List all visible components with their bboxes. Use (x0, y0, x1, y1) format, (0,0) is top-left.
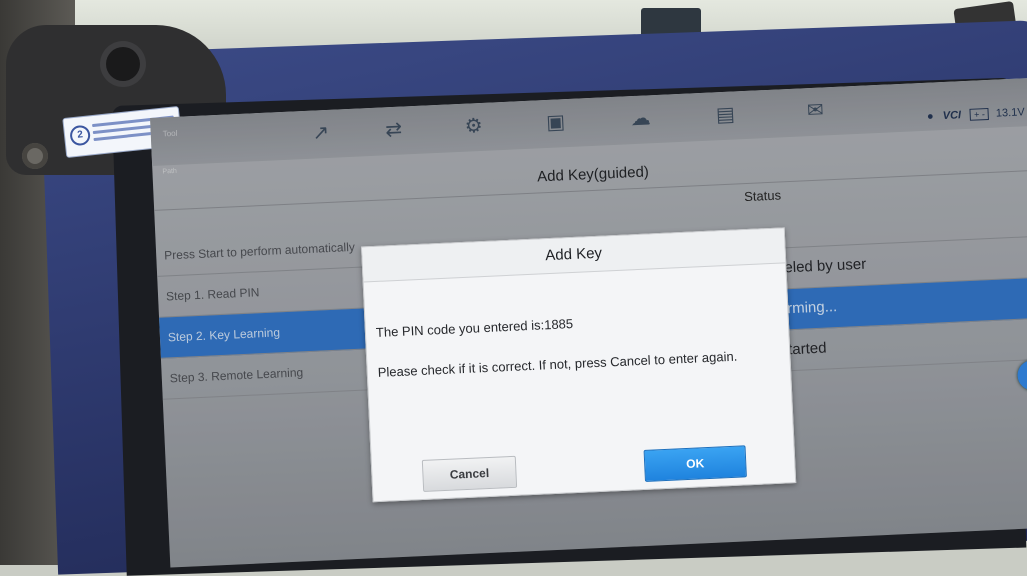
settings-dot-icon: ● (926, 110, 934, 123)
status-column-header: Status (743, 187, 782, 205)
step-label: Step 1. Read PIN (165, 285, 260, 304)
car-icon[interactable]: ▣ (540, 109, 571, 136)
add-key-dialog: Add Key The PIN code you entered is:1885… (361, 227, 797, 503)
shuffle-icon[interactable]: ⇄ (378, 116, 409, 143)
brand-label: Tool (162, 128, 178, 139)
side-screw (22, 143, 48, 169)
device-status: ● VCI + - 13.1V (927, 106, 1025, 122)
confirm-message: Please check if it is correct. If not, p… (377, 348, 738, 380)
sticker-number-icon: 2 (69, 124, 92, 147)
folder-icon[interactable]: ▤ (710, 101, 741, 128)
chat-icon[interactable]: ▤ (1016, 359, 1027, 391)
tablet-screen: Tool ↗ ⇄ ⚙ ▣ ☁ ▤ ✉ ● VCI + - 13.1V Path … (150, 78, 1027, 568)
message-icon[interactable]: ✉ (800, 97, 831, 124)
gear-icon[interactable]: ⚙ (458, 113, 489, 140)
cloud-icon[interactable]: ☁ (625, 105, 656, 132)
ok-button[interactable]: OK (643, 445, 747, 482)
chart-icon[interactable]: ↗ (305, 120, 336, 147)
step-label: Step 3. Remote Learning (169, 365, 304, 386)
cancel-button[interactable]: Cancel (421, 455, 518, 492)
voltage-readout: 13.1V (995, 106, 1025, 120)
vci-indicator: VCI (942, 109, 962, 123)
step-label: Step 2. Key Learning (167, 325, 281, 345)
pin-message: The PIN code you entered is:1885 (375, 316, 574, 340)
battery-icon: + - (969, 107, 990, 121)
